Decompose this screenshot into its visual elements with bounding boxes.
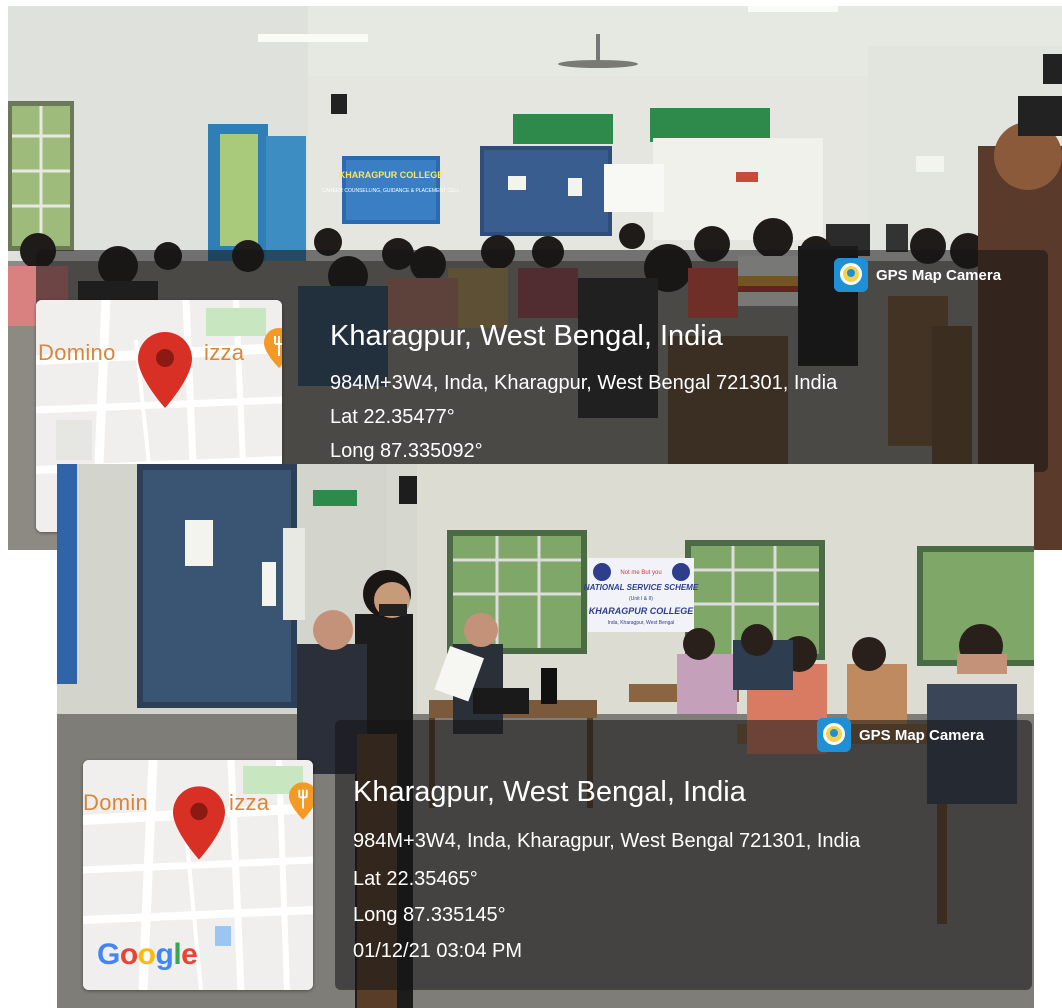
restaurant-icon (289, 782, 313, 820)
map-label-pizza: izza (204, 340, 245, 365)
photo-nss-session: Not me But you NATIONAL SERVICE SCHEME (… (57, 464, 1034, 1008)
google-logo-letter: o (119, 938, 138, 971)
address-top: 984M+3W4, Inda, Kharagpur, West Bengal 7… (330, 372, 838, 394)
google-logo-letter: o (137, 938, 156, 971)
google-logo-letters: Google (97, 938, 198, 972)
map-pin-icon (138, 332, 192, 408)
google-logo-letter: G (97, 938, 120, 971)
longitude-bottom: Long 87.335145° (353, 904, 506, 926)
nss-banner-college: KHARAGPUR COLLEGE (589, 606, 694, 616)
map-label-domino: Domin (83, 790, 149, 815)
latitude-bottom: Lat 22.35465° (353, 868, 478, 890)
badge-label: GPS Map Camera (859, 726, 985, 744)
college-banner-title: KHARAGPUR COLLEGE (339, 170, 444, 180)
google-logo-letter: e (181, 938, 198, 971)
map-pin-icon (173, 786, 225, 860)
google-logo-letter: l (173, 938, 182, 971)
gps-map-camera-badge-bottom: GPS Map Camera (817, 718, 984, 752)
google-logo: Google (97, 938, 198, 972)
map-label-domino: Domino (38, 340, 116, 365)
nss-banner-place: Inda, Kharagpur, West Bengal (608, 620, 675, 626)
place-name-top: Kharagpur, West Bengal, India (330, 320, 723, 352)
address-bottom: 984M+3W4, Inda, Kharagpur, West Bengal 7… (353, 830, 861, 852)
map-label-pizza: izza (229, 790, 270, 815)
google-logo-letter: g (155, 938, 174, 971)
college-banner-subtitle: CAREER COUNSELLING, GUIDANCE & PLACEMENT… (322, 188, 460, 194)
latitude-top: Lat 22.35477° (330, 406, 455, 428)
nss-banner-unit: (Unit I & II) (629, 596, 653, 602)
nss-banner-tagline: Not me But you (620, 570, 661, 576)
map-thumbnail-bottom: Domin izza Google (83, 760, 313, 990)
datetime-bottom: 01/12/21 03:04 PM (353, 940, 523, 962)
badge-label: GPS Map Camera (876, 266, 1002, 284)
restaurant-icon (264, 328, 282, 368)
longitude-top: Long 87.335092° (330, 440, 483, 462)
camera-icon (834, 258, 868, 292)
place-name-bottom: Kharagpur, West Bengal, India (353, 776, 746, 808)
nss-banner-title: NATIONAL SERVICE SCHEME (584, 583, 699, 592)
gps-map-camera-badge-top: GPS Map Camera (834, 258, 1001, 292)
camera-icon (817, 718, 851, 752)
